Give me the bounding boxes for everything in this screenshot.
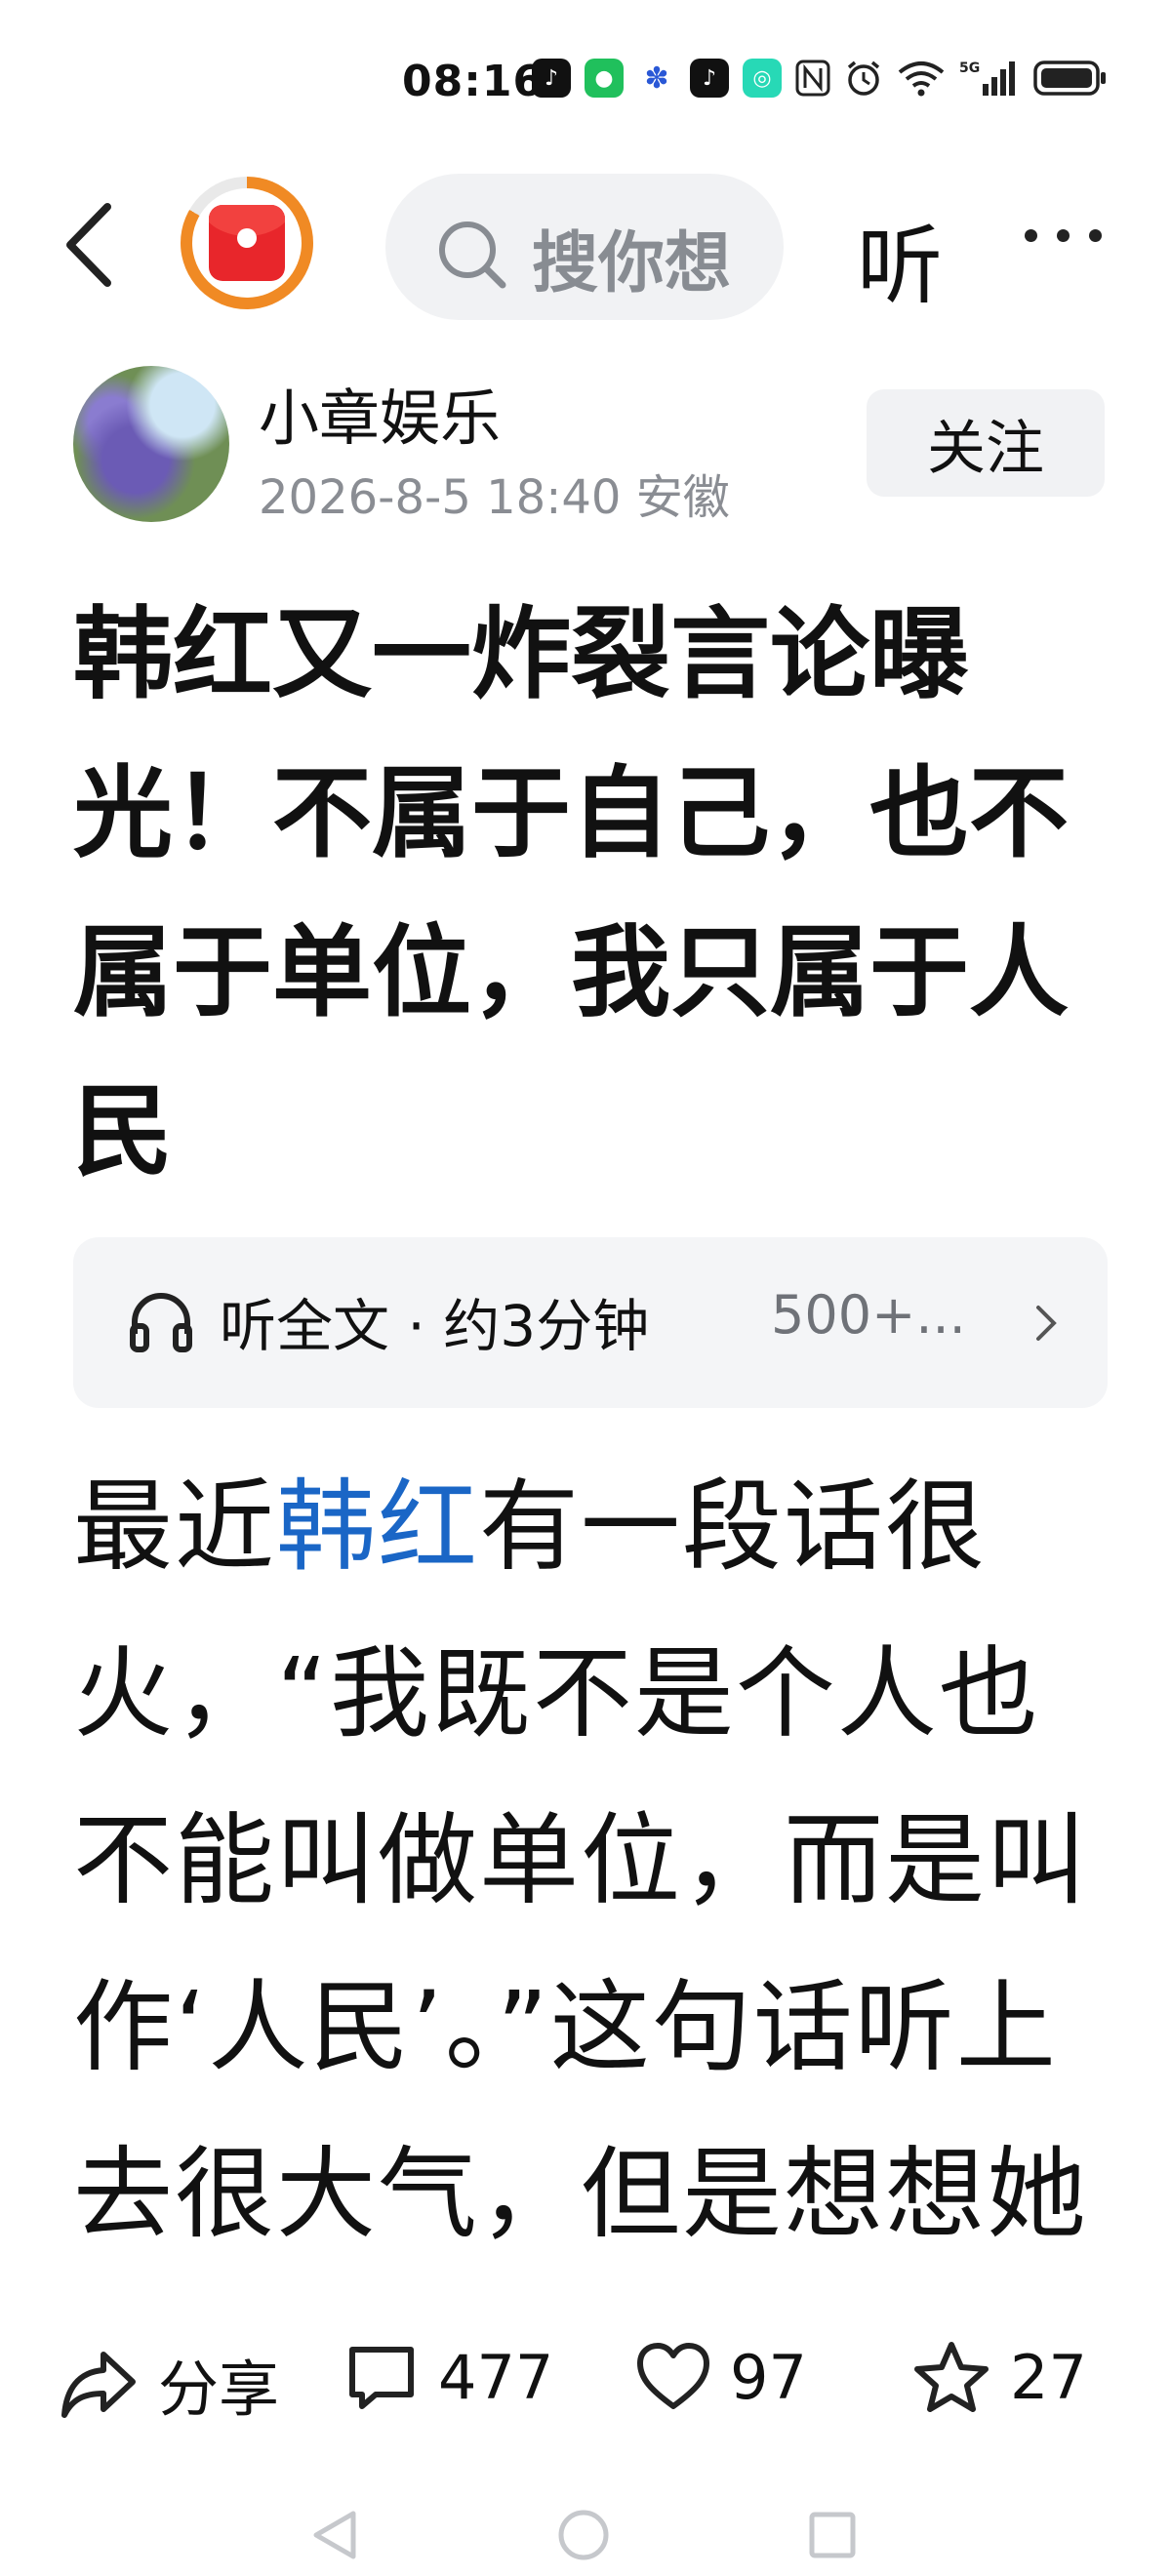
tiktok-icon: ♪ [690,59,729,98]
network-label: 5G [959,60,980,76]
status-time: 08:16 [402,57,545,106]
author-avatar[interactable] [73,366,229,522]
battery-icon [1033,59,1108,98]
like-button[interactable]: 97 [636,2340,807,2414]
listen-full-text-bar[interactable]: 听全文 · 约3分钟 500+... [73,1237,1108,1408]
search-bar[interactable]: 搜你想 [385,174,784,320]
post-time: 18:40 [486,470,622,525]
heart-icon [637,2343,709,2409]
star-icon [914,2342,989,2412]
favorite-button[interactable]: 27 [912,2340,1087,2414]
wifi-icon [897,59,946,98]
like-count: 97 [730,2341,807,2413]
action-bar: 分享 477 97 27 [0,2313,1171,2449]
post-date: 2026-8-5 [259,470,471,525]
share-label: 分享 [158,2354,280,2425]
more-button[interactable] [1025,229,1102,242]
status-icons: ♪ ● ✽ ♪ ◎ 5G [532,59,1108,98]
soul-icon: ◎ [743,59,782,98]
body-link-hanhong[interactable]: 韩红 [276,1469,479,1586]
douyin-icon: ♪ [532,59,571,98]
post-location: 安徽 [635,470,730,525]
listen-duration-label: 听全文 · 约3分钟 [220,1293,650,1359]
alarm-icon [844,59,883,98]
red-envelope-icon [209,205,285,281]
chevron-left-icon [66,203,111,287]
listen-button[interactable]: 听 [857,197,943,321]
body-text-rest: 有一段话很火，“我既不是个人也不能叫做单位，而是叫作‘人民’。”这句话听上去很大… [73,1469,1088,2253]
back-button[interactable] [59,201,127,289]
comment-count: 477 [438,2341,554,2413]
baidu-icon: ✽ [637,59,676,98]
wechat-icon: ● [585,59,624,98]
comment-button[interactable]: 477 [344,2340,553,2414]
signal-icon: 5G [959,59,1020,98]
search-icon [439,221,506,289]
status-bar: 08:16 ♪ ● ✽ ♪ ◎ 5G [0,0,1171,166]
listen-count: 500+... [771,1284,966,1346]
nav-back-icon[interactable] [310,2508,359,2562]
top-nav: 搜你想 听 [0,166,1171,332]
nav-home-icon[interactable] [556,2508,611,2562]
author-name[interactable]: 小章娱乐 [259,369,501,457]
system-nav-bar [0,2478,1171,2576]
article-title: 韩红又一炸裂言论曝光！不属于自己，也不属于单位，我只属于人民 [73,597,1069,1190]
share-icon [61,2352,136,2418]
nav-recents-icon[interactable] [807,2508,858,2562]
author-meta: 2026-8-5 18:40 安徽 [259,459,730,527]
nfc-icon [795,59,830,98]
chevron-right-icon [1036,1306,1057,1341]
headphones-icon [130,1293,192,1352]
comment-icon [349,2347,414,2409]
share-button[interactable]: 分享 [59,2340,279,2428]
favorite-count: 27 [1010,2341,1087,2413]
red-packet-button[interactable] [181,177,313,309]
article-body: 最近韩红有一段话很火，“我既不是个人也不能叫做单位，而是叫作‘人民’。”这句话听… [73,1444,1127,2278]
body-text-start: 最近 [73,1469,276,1586]
follow-button[interactable]: 关注 [867,389,1105,497]
search-placeholder: 搜你想 [532,225,732,302]
